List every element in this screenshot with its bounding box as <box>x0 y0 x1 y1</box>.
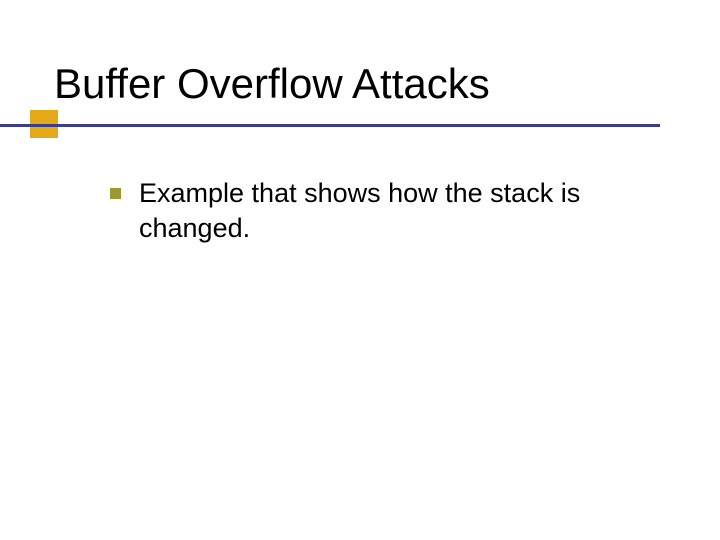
title-area: Buffer Overflow Attacks <box>54 62 654 106</box>
body-area: Example that shows how the stack is chan… <box>110 176 650 245</box>
list-item: Example that shows how the stack is chan… <box>110 176 650 245</box>
title-underline <box>0 124 660 127</box>
slide: Buffer Overflow Attacks Example that sho… <box>0 0 720 540</box>
square-bullet-icon <box>110 188 121 199</box>
slide-title: Buffer Overflow Attacks <box>54 62 654 106</box>
bullet-text: Example that shows how the stack is chan… <box>139 176 650 245</box>
